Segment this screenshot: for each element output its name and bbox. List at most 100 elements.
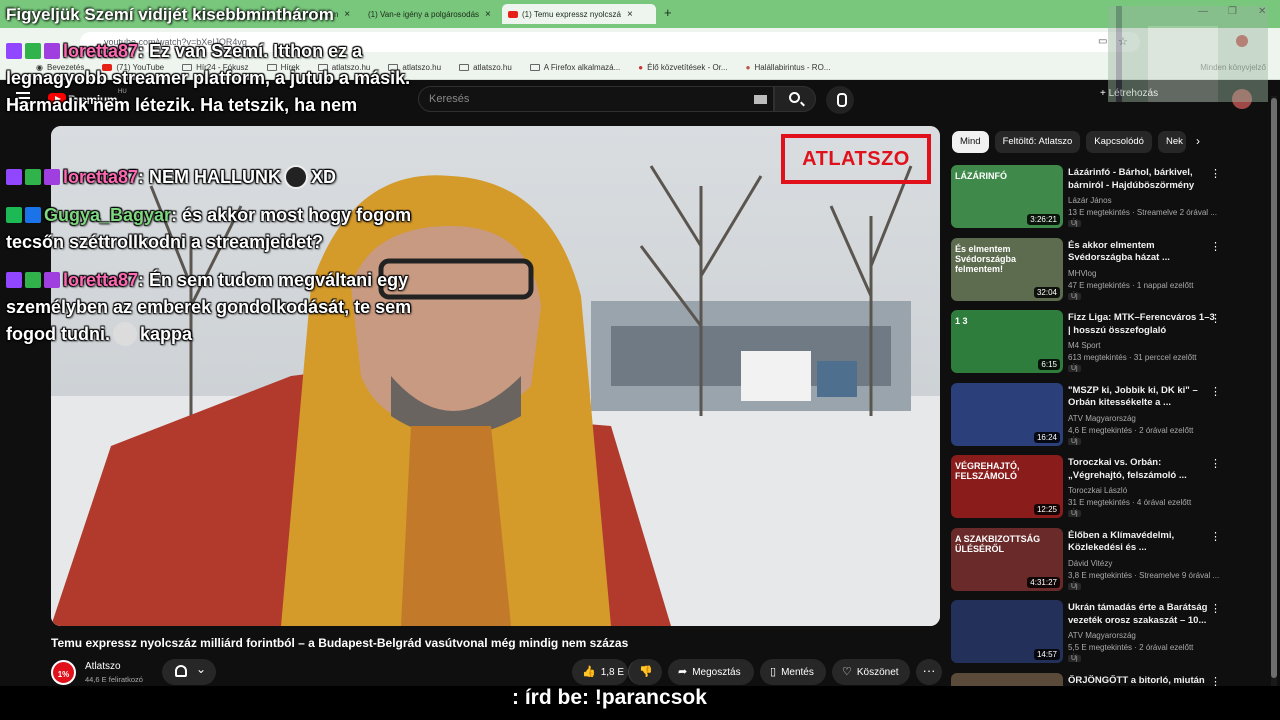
like-button[interactable]: 👍 1,8 E bbox=[572, 659, 628, 685]
recommendation-title[interactable]: Toroczkai vs. Orbán: „Végrehajtó, felszá… bbox=[1068, 457, 1220, 482]
recommendation-channel[interactable]: Toroczkai László bbox=[1068, 486, 1127, 495]
duration-badge: 14:57 bbox=[1033, 649, 1060, 660]
tab-label: (1) Temu expressz nyolcszá bbox=[522, 9, 621, 19]
dislike-button[interactable]: 👎 bbox=[628, 659, 662, 685]
recommendation-meta: 4,6 E megtekintés · 2 órával ezelőtt bbox=[1068, 425, 1194, 435]
thumbnail-caption: LÁZÁRINFÓ bbox=[955, 171, 1007, 181]
bookmark-item[interactable]: ● Halállabirintus - RO... bbox=[746, 63, 831, 72]
search-icon bbox=[789, 92, 800, 103]
microphone-icon[interactable] bbox=[826, 86, 854, 114]
chip-uploader[interactable]: Feltöltő: Atlatszo bbox=[994, 131, 1081, 153]
recommendation-title[interactable]: Lázárinfó - Bárhol, bárkivel, bárniról -… bbox=[1068, 167, 1220, 192]
chat-nick: loretta87 bbox=[63, 41, 139, 61]
more-options-icon[interactable]: ⋮ bbox=[1210, 167, 1221, 180]
recommendation-meta: 13 E megtekintés · Streamelve 2 órával .… bbox=[1068, 208, 1217, 217]
recommendation-channel[interactable]: ATV Magyarország bbox=[1068, 631, 1136, 640]
recommendation-channel[interactable]: MHVlog bbox=[1068, 269, 1096, 278]
more-options-icon[interactable]: ⋮ bbox=[1210, 530, 1221, 543]
recommendation-channel[interactable]: M4 Sport bbox=[1068, 341, 1100, 350]
twitch-badge-icon bbox=[6, 272, 22, 288]
close-icon[interactable]: × bbox=[344, 9, 350, 20]
duration-badge: 32:04 bbox=[1033, 286, 1060, 298]
recommendation-item[interactable]: VÉGREHAJTÓ, FELSZÁMOLÓ 12:25 Toroczkai vs.… bbox=[951, 455, 1251, 519]
video-thumbnail[interactable]: 1 3 6:15 bbox=[951, 310, 1063, 373]
chevron-right-icon[interactable]: › bbox=[1196, 134, 1200, 148]
new-tab-icon[interactable]: + bbox=[664, 5, 672, 20]
more-options-icon[interactable]: ⋮ bbox=[1210, 602, 1221, 615]
star-badge-icon bbox=[44, 272, 60, 288]
bookmark-icon: ▯ bbox=[770, 666, 777, 678]
duration-badge: 4:31:27 bbox=[1027, 576, 1060, 588]
video-player[interactable]: ATLATSZO bbox=[51, 126, 940, 626]
thumbs-down-icon: 👎 bbox=[639, 666, 653, 678]
star-badge-icon bbox=[44, 43, 60, 59]
recommendation-item[interactable]: 1 3 6:15 Fizz Liga: MTK–Ferencváros 1–3 | … bbox=[951, 310, 1251, 374]
browser-tab-3[interactable]: (1) Temu expressz nyolcszá × bbox=[502, 4, 656, 24]
more-actions-icon[interactable]: ··· bbox=[916, 659, 942, 685]
recommendation-meta: 31 E megtekintés · 4 órával ezelőtt bbox=[1068, 498, 1192, 507]
more-options-icon[interactable]: ⋮ bbox=[1210, 457, 1221, 470]
new-badge: Új bbox=[1068, 437, 1081, 445]
thumbnail-caption: A SZAKBIZOTTSÁG ÜLÉSÉRŐL bbox=[955, 533, 1041, 554]
recommendation-title[interactable]: "MSZP ki, Jobbik ki, DK ki" – Orbán kite… bbox=[1068, 385, 1220, 410]
recommendation-item[interactable]: LÁZÁRINFÓ 3:26:21 Lázárinfó - Bárhol, bárk… bbox=[951, 165, 1251, 229]
scrollbar[interactable] bbox=[1271, 96, 1277, 686]
video-thumbnail[interactable]: 16:24 bbox=[951, 382, 1063, 446]
more-options-icon[interactable]: ⋮ bbox=[1210, 240, 1221, 253]
recommendation-channel[interactable]: Lázár János bbox=[1068, 196, 1112, 205]
recommendation-channel[interactable]: Dávid Vitézy bbox=[1068, 559, 1112, 568]
save-button[interactable]: ▯ Mentés bbox=[760, 659, 826, 685]
video-title: Temu expressz nyolcszáz milliárd forintb… bbox=[51, 636, 629, 650]
chat-nick: loretta87 bbox=[63, 270, 139, 290]
video-thumbnail[interactable]: A SZAKBIZOTTSÁG ÜLÉSÉRŐL 4:31:27 bbox=[951, 527, 1063, 591]
kick-badge-icon bbox=[6, 207, 22, 223]
subscription-bell-button[interactable]: ⌄ bbox=[162, 659, 216, 685]
filter-chips: Mind Feltöltő: Atlatszo Kapcsolódó Nek bbox=[952, 131, 1186, 153]
thanks-button[interactable]: ♡ Köszönet bbox=[832, 659, 910, 685]
video-thumbnail[interactable]: 14:57 bbox=[951, 600, 1063, 663]
close-icon[interactable]: × bbox=[627, 9, 633, 20]
recommendation-title[interactable]: És akkor elmentem Svédországba házat ... bbox=[1068, 240, 1220, 265]
new-badge: Új bbox=[1068, 292, 1081, 300]
recommendation-item[interactable]: 14:57 Ukrán támadás érte a Barátság vezet… bbox=[951, 600, 1251, 664]
twitch-badge-icon bbox=[6, 43, 22, 59]
share-button[interactable]: ➦ Megosztás bbox=[668, 659, 754, 685]
video-thumbnail[interactable]: És elmentem Svédországba felmentem! 32:04 bbox=[951, 237, 1063, 301]
chip-related[interactable]: Kapcsolódó bbox=[1086, 131, 1152, 153]
twitch-badge-icon bbox=[6, 169, 22, 185]
reader-icon[interactable]: ▭ bbox=[1098, 36, 1107, 47]
video-thumbnail[interactable]: LÁZÁRINFÓ 3:26:21 bbox=[951, 165, 1063, 228]
video-thumbnail[interactable]: VÉGREHAJTÓ, FELSZÁMOLÓ 12:25 bbox=[951, 455, 1063, 518]
recommendation-title[interactable]: Élőben a Klímavédelmi, Közlekedési és ..… bbox=[1068, 530, 1220, 555]
recommendation-item[interactable]: 16:24 "MSZP ki, Jobbik ki, DK ki" – Orbán… bbox=[951, 382, 1251, 447]
thumbnail-caption: 1 3 bbox=[955, 316, 968, 326]
subscriber-count: 44,6 E feliratkozó bbox=[85, 675, 143, 684]
chip-all[interactable]: Mind bbox=[952, 131, 989, 153]
recommendation-item[interactable]: A SZAKBIZOTTSÁG ÜLÉSÉRŐL 4:31:27 Élőben a … bbox=[951, 527, 1251, 592]
chat-nick: loretta87 bbox=[63, 167, 139, 187]
bell-icon bbox=[175, 665, 187, 677]
recommendation-meta: 5,5 E megtekintés · 2 órával ezelőtt bbox=[1068, 643, 1194, 652]
browser-tab-2[interactable]: (1) Van-e igény a polgárosodás × bbox=[362, 4, 500, 24]
close-icon[interactable]: × bbox=[485, 9, 491, 20]
recommendation-title[interactable]: Fizz Liga: MTK–Ferencváros 1–3 | hosszú … bbox=[1068, 312, 1220, 337]
thumbnail-caption: VÉGREHAJTÓ, FELSZÁMOLÓ bbox=[955, 461, 1020, 481]
more-options-icon[interactable]: ⋮ bbox=[1210, 385, 1221, 398]
chip-for-you[interactable]: Nek bbox=[1157, 131, 1186, 153]
chevron-down-icon: ⌄ bbox=[196, 662, 207, 676]
bookmark-item[interactable]: ● Élő közvetítések - Or... bbox=[638, 63, 727, 72]
bookmark-item[interactable]: atlatszo.hu bbox=[459, 63, 512, 72]
channel-avatar[interactable]: 1% bbox=[51, 660, 76, 685]
bookmark-item[interactable]: A Firefox alkalmazá... bbox=[529, 63, 620, 72]
chat-message: loretta87: Én sem tudom megváltani egy s… bbox=[6, 267, 436, 348]
channel-name[interactable]: Atlatszo bbox=[85, 661, 121, 672]
keyboard-icon[interactable] bbox=[754, 95, 767, 104]
more-options-icon[interactable]: ⋮ bbox=[1210, 312, 1221, 325]
search-input[interactable]: Keresés bbox=[418, 86, 774, 112]
recommendation-channel[interactable]: ATV Magyarország bbox=[1068, 414, 1136, 423]
recommendation-item[interactable]: És elmentem Svédországba felmentem! 32:04… bbox=[951, 237, 1251, 302]
duration-badge: 16:24 bbox=[1033, 431, 1060, 443]
duration-badge: 6:15 bbox=[1038, 359, 1060, 370]
search-button[interactable] bbox=[774, 86, 816, 112]
recommendation-title[interactable]: Ukrán támadás érte a Barátság vezeték or… bbox=[1068, 602, 1220, 627]
